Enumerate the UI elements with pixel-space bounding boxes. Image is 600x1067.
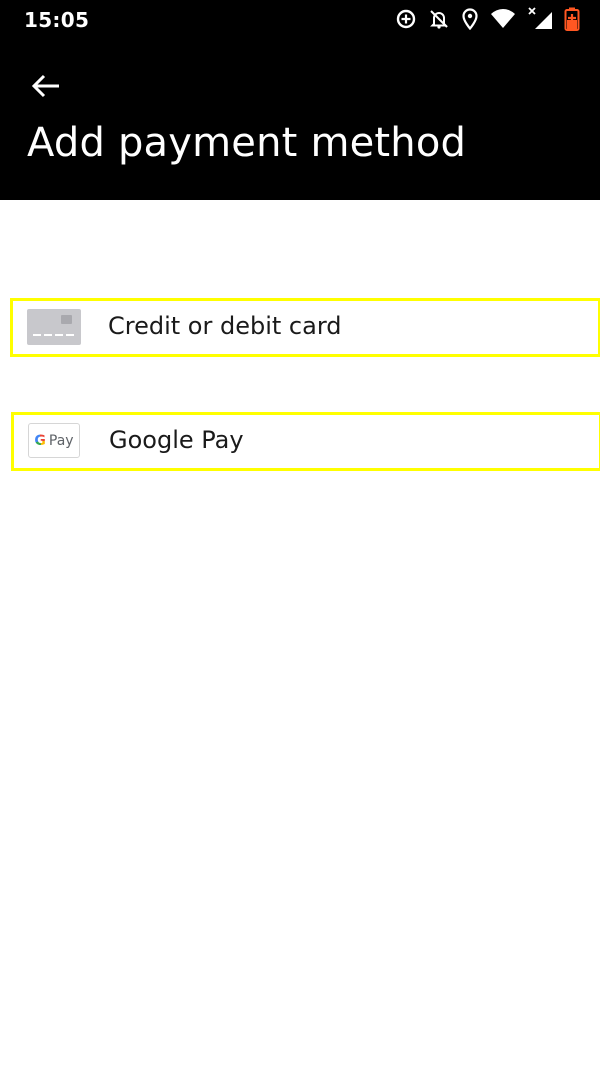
arrow-left-icon [31,73,61,103]
notifications-off-icon [428,8,450,30]
status-bar: 15:05 [0,0,600,40]
location-icon [461,8,479,30]
credit-card-icon [27,309,81,345]
app-header: Add payment method [0,40,600,200]
credit-card-label: Credit or debit card [108,312,342,340]
credit-card-option[interactable]: Credit or debit card [10,298,600,357]
google-pay-icon-text: Pay [48,432,74,449]
data-saver-icon [395,8,417,30]
signal-icon [527,7,553,31]
wifi-icon [490,8,516,30]
page-title: Add payment method [27,120,467,166]
status-icons [395,7,580,31]
google-pay-icon: G Pay [28,423,80,458]
google-g-logo: G [34,432,46,449]
status-time: 15:05 [24,8,90,32]
back-button[interactable] [26,68,66,108]
google-pay-option[interactable]: G Pay Google Pay [11,412,600,471]
google-pay-label: Google Pay [109,426,244,454]
battery-icon [564,7,580,31]
